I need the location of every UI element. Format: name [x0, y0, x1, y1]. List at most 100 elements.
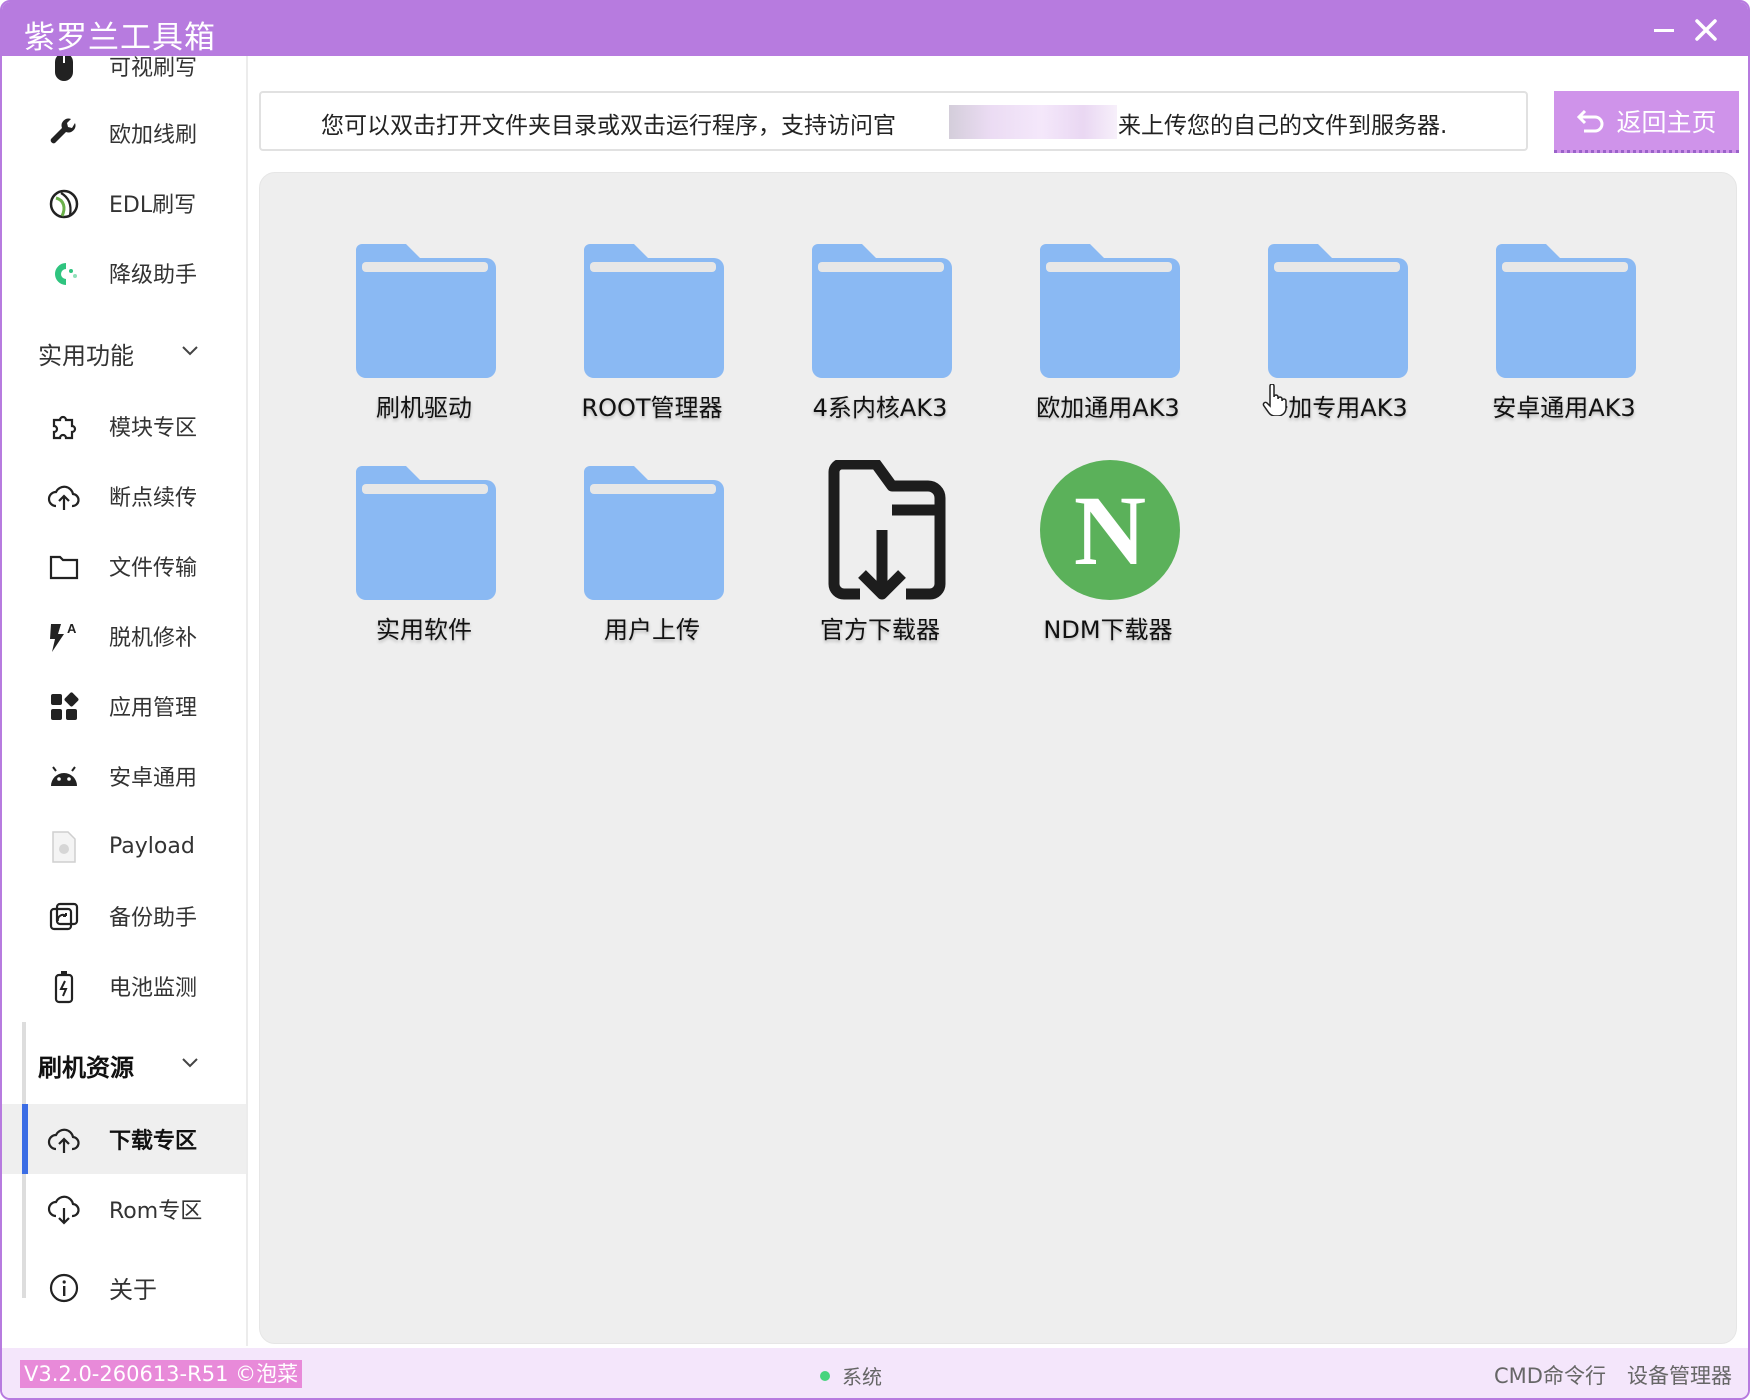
android-icon: [46, 759, 82, 795]
tile-android-general-ak3[interactable]: 安卓通用AK3: [1454, 238, 1654, 428]
backup-icon: [46, 899, 82, 935]
folder-icon: [812, 244, 952, 378]
back-home-label: 返回主页: [1616, 107, 1717, 137]
sidebar-item-label: 安卓通用: [109, 766, 198, 791]
folder-icon: [1496, 244, 1636, 378]
sidebar-item-download-zone[interactable]: 下载专区: [2, 1104, 246, 1174]
sidebar-item-visual-flash[interactable]: 可视刷写: [2, 56, 246, 101]
tile-official-downloader[interactable]: 官方下载器: [770, 460, 970, 650]
sidebar-item-file-transfer[interactable]: 文件传输: [2, 531, 246, 601]
minimize-icon: [1654, 29, 1674, 32]
sidebar-item-edl-flash[interactable]: EDL刷写: [2, 168, 246, 238]
folder-icon: [584, 244, 724, 378]
redacted-url: [949, 105, 1117, 139]
sidebar-item-label: Rom专区: [109, 1199, 203, 1224]
back-home-button[interactable]: 返回主页: [1554, 91, 1739, 153]
ndm-logo-letter: N: [1074, 475, 1146, 586]
sidebar-item-app-manager[interactable]: 应用管理: [2, 671, 246, 741]
sidebar-item-offline-patch[interactable]: A 脱机修补: [2, 601, 246, 671]
folder-icon: [46, 549, 82, 585]
sidebar-item-label: 模块专区: [109, 416, 198, 441]
sidebar-item-label: EDL刷写: [109, 193, 197, 218]
status-dot-icon: [820, 1370, 830, 1381]
notice-text: 您可以双击打开文件夹目录或双击运行程序，支持访问官: [321, 113, 896, 139]
tile-label: 刷机驱动: [376, 394, 472, 422]
sidebar-item-label: 断点续传: [109, 486, 198, 511]
tile-label: 一加专用AK3: [1264, 394, 1408, 422]
sidebar-item-label: 下载专区: [109, 1129, 198, 1154]
sidebar-item-downgrade[interactable]: 降级助手: [2, 238, 246, 308]
ndm-logo-icon: N: [1040, 460, 1180, 600]
sidebar-item-payload[interactable]: Payload: [2, 811, 246, 881]
sidebar-item-backup[interactable]: 备份助手: [2, 881, 246, 951]
tile-user-uploads[interactable]: 用户上传: [542, 460, 742, 650]
sidebar-item-label: 应用管理: [109, 696, 198, 721]
tile-label: 安卓通用AK3: [1492, 394, 1636, 422]
version-badge: V3.2.0-260613-R51 ©泡菜: [20, 1360, 303, 1388]
close-button[interactable]: [1686, 10, 1726, 50]
tile-oneplus-ak3[interactable]: 一加专用AK3: [1226, 238, 1426, 428]
tile-utility-software[interactable]: 实用软件: [314, 460, 514, 650]
cmd-link[interactable]: CMD命令行: [1494, 1360, 1606, 1390]
notice-bar: 您可以双击打开文件夹目录或双击运行程序，支持访问官 来上传您的自己的文件到服务器…: [259, 91, 1528, 151]
flash-icon: A: [46, 619, 82, 655]
group-resources-toggle[interactable]: 刷机资源: [2, 1032, 246, 1092]
folder-icon: [1040, 244, 1180, 378]
downgrade-icon: [46, 256, 82, 292]
tile-label: 官方下载器: [820, 616, 940, 644]
sidebar-item-label: 欧加线刷: [109, 123, 198, 148]
svg-text:A: A: [67, 621, 77, 636]
folder-icon: [356, 244, 496, 378]
sidebar-item-modules[interactable]: 模块专区: [2, 391, 246, 461]
tile-label: 4系内核AK3: [812, 394, 948, 422]
system-status: 系统: [820, 1361, 882, 1390]
tile-label: ROOT管理器: [581, 394, 723, 422]
sidebar: 可视刷写 欧加线刷 EDL刷写 降级助手 实用功能 模块专区 断点续传 文件传输…: [2, 56, 248, 1346]
sidebar-item-about[interactable]: 关于: [2, 1252, 246, 1322]
sidebar-item-label: Payload: [109, 833, 195, 859]
sidebar-item-battery[interactable]: 电池监测: [2, 951, 246, 1021]
sidebar-item-oplus-line-flash[interactable]: 欧加线刷: [2, 98, 246, 168]
app-window: 紫罗兰工具箱 可视刷写 欧加线刷 EDL刷写 降级助手 实用功能 模块专区 断点…: [0, 0, 1750, 1400]
minimize-button[interactable]: [1644, 10, 1684, 50]
system-label: 系统: [842, 1365, 882, 1389]
undo-arrow-icon: [1577, 109, 1604, 132]
tile-root-manager[interactable]: ROOT管理器: [542, 238, 742, 428]
chevron-down-icon: [182, 1058, 198, 1068]
battery-icon: [46, 969, 82, 1005]
edl-icon: [46, 186, 82, 222]
device-manager-link[interactable]: 设备管理器: [1627, 1360, 1732, 1390]
folder-icon: [1268, 244, 1408, 378]
wrench-icon: [46, 116, 82, 152]
notice-text-end: 来上传您的自己的文件到服务器.: [1118, 113, 1448, 139]
tile-label: 欧加通用AK3: [1036, 394, 1180, 422]
sidebar-item-label: 关于: [109, 1275, 157, 1304]
hand-cursor-icon: [1262, 384, 1287, 416]
sidebar-item-label: 脱机修补: [109, 626, 198, 651]
group-label: 刷机资源: [38, 1054, 134, 1082]
tile-label: 实用软件: [376, 616, 472, 644]
tile-label: NDM下载器: [1043, 616, 1173, 644]
group-utility-toggle[interactable]: 实用功能: [2, 320, 246, 380]
apps-icon: [46, 689, 82, 725]
mouse-icon: [46, 56, 82, 85]
cloud-upload-icon: [46, 1122, 82, 1158]
folder-icon: [356, 466, 496, 600]
sidebar-item-label: 文件传输: [109, 556, 198, 581]
chevron-down-icon: [182, 346, 198, 356]
puzzle-icon: [46, 409, 82, 445]
tile-oplus-general-ak3[interactable]: 欧加通用AK3: [998, 238, 1198, 428]
group-label: 实用功能: [38, 342, 134, 370]
close-icon: [1695, 19, 1717, 41]
sidebar-item-resume-transfer[interactable]: 断点续传: [2, 461, 246, 531]
tile-ndm-downloader[interactable]: N NDM下载器: [998, 460, 1198, 650]
folder-icon: [584, 466, 724, 600]
sidebar-item-rom-zone[interactable]: Rom专区: [2, 1174, 246, 1244]
sidebar-item-label: 可视刷写: [109, 56, 198, 81]
sidebar-item-label: 降级助手: [109, 263, 198, 288]
title-bar[interactable]: 紫罗兰工具箱: [2, 2, 1748, 56]
sidebar-item-android-general[interactable]: 安卓通用: [2, 741, 246, 811]
tile-flash-drivers[interactable]: 刷机驱动: [314, 238, 514, 428]
cloud-download-icon: [46, 1192, 82, 1228]
tile-4series-kernel-ak3[interactable]: 4系内核AK3: [770, 238, 970, 428]
